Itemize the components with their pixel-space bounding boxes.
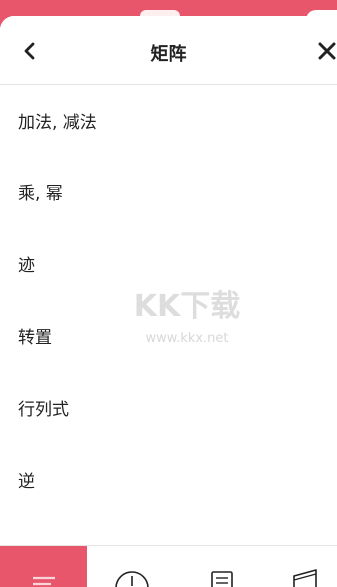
document-icon [211, 571, 233, 587]
page-title: 矩阵 [150, 44, 187, 65]
sheet-header: 矩阵 [0, 16, 337, 85]
menu-lines-icon [32, 576, 55, 586]
list-item-determinant[interactable]: 行列式 [0, 371, 337, 443]
list-item-label: 乘, 幂 [18, 183, 63, 204]
matrix-operations-list: 加法, 减法 乘, 幂 迹 转置 行列式 逆 [0, 85, 337, 515]
tab-menu[interactable] [0, 546, 87, 587]
tab-notes[interactable] [177, 546, 267, 587]
list-item-inverse[interactable]: 逆 [0, 443, 337, 515]
app-frame: 矩阵 加法, 减法 乘, 幂 迹 转置 行列式 逆 KK下载 www.kkx.n… [0, 0, 337, 587]
close-button[interactable] [318, 38, 337, 64]
music-note-icon [293, 569, 317, 587]
list-item-label: 迹 [18, 255, 35, 276]
tab-history[interactable] [87, 546, 177, 587]
list-item-trace[interactable]: 迹 [0, 227, 337, 299]
bottom-nav-bar [0, 545, 337, 587]
clock-icon [115, 571, 149, 587]
tab-more[interactable] [267, 546, 337, 587]
list-item-label: 加法, 减法 [18, 112, 97, 133]
list-item-multiply-power[interactable]: 乘, 幂 [0, 155, 337, 227]
close-icon [318, 42, 336, 60]
list-item-label: 行列式 [18, 399, 69, 420]
list-item-add-subtract[interactable]: 加法, 减法 [0, 85, 337, 155]
list-item-label: 转置 [18, 327, 52, 348]
list-item-transpose[interactable]: 转置 [0, 299, 337, 371]
list-item-label: 逆 [18, 471, 35, 492]
